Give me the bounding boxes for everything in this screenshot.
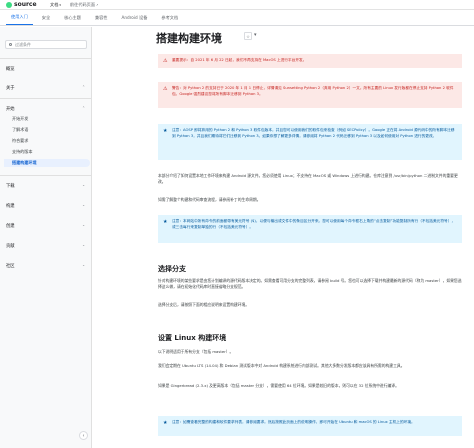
chevron-down-icon[interactable]: ⌄ (82, 183, 85, 187)
sidebar-item-versions[interactable]: 支持的版本 (12, 149, 32, 155)
logo-text: source (14, 1, 37, 8)
star-icon: ★ (163, 128, 168, 134)
tab-security[interactable]: 安全 (37, 15, 55, 25)
dollar-sign-note: ★ 注意：本网站中所有命令的前面都带有美元符号 ($)，以便与输出或文件中的条目… (158, 215, 462, 243)
tab-compatibility[interactable]: 兼容性 (90, 15, 113, 25)
python2-warning: ⚠ 警告：对 Python 2 的支持已于 2020 年 1 月 1 日停止，详… (158, 82, 462, 108)
section-choose-branch: 选择分支 (158, 265, 186, 273)
sidebar-item-overview[interactable]: 概览 (6, 66, 15, 72)
star-icon: ☆ (246, 33, 250, 39)
intro-paragraph: 本部分介绍了如何设置本地工作环境来构建 Android 源文件。您必须使用 Li… (158, 173, 458, 185)
branch-paragraph: 针对构建环境的某些要求是由您计划编译的源代码版本决定的。如需查看可用分支的完整列… (158, 278, 462, 290)
top-nav-code[interactable]: 前往代码页面↗ (70, 2, 99, 8)
sidebar-item-start[interactable]: 开始 (6, 106, 15, 112)
divider (0, 58, 92, 59)
external-link-icon: ↗ (96, 2, 99, 7)
top-nav-docs-label: 文档 (50, 1, 59, 7)
filter-input[interactable]: 过滤条件 (5, 40, 87, 49)
deprecation-notice: ⚠ 重要提示：自 2021 年 6 月 22 日起，我们不再支持在 MacOS … (158, 54, 462, 68)
note-text: 注意：本网站中所有命令的前面都带有美元符号 ($)，以便与输出或文件中的条目区分… (172, 219, 456, 230)
sidebar-item-start-dev[interactable]: 开始开发 (12, 116, 28, 122)
linux-64bit: 如果是 Gingerbread (2.3.x) 及更高版本（包括 master … (158, 383, 399, 388)
sidebar-item-community[interactable]: 社区 (6, 263, 15, 269)
section-tabs: 使用入门 安全 核心主题 兼容性 Android 设备 参考文档 (0, 10, 474, 26)
chevron-down-icon[interactable]: ⌄ (82, 263, 85, 267)
warning-icon: ⚠ (163, 86, 168, 92)
main-content: 搭建构建环境 ☆ ▾ ⚠ 重要提示：自 2021 年 6 月 22 日起，我们不… (92, 27, 474, 448)
requirements-note: ★ 注意：如需查看完整的构建和软件要求列表，请参阅要求。然后按照此页面上的说明操… (158, 416, 462, 436)
tab-devices[interactable]: Android 设备 (117, 15, 153, 25)
sidebar-item-build[interactable]: 构建 (6, 203, 15, 209)
filter-placeholder: 过滤条件 (15, 41, 31, 47)
chevron-down-icon[interactable]: ⌄ (82, 243, 85, 247)
page-title: 搭建构建环境 (156, 32, 222, 45)
tab-reference[interactable]: 参考文档 (156, 15, 183, 25)
sidebar-item-about[interactable]: 关于 (6, 85, 15, 91)
linux-testing: 我们会定期在 Ubuntu LTS (14.04) 和 Debian 测试版本中… (158, 363, 405, 368)
sidebar-item-terms[interactable]: 了解术语 (12, 127, 28, 133)
top-nav-code-label: 前往代码页面 (69, 1, 96, 7)
android-logo-icon (6, 1, 12, 8)
sidebar: 过滤条件 概览 关于 ⌃ 开始 ⌃ 开始开发 了解术语 符合要求 支持的版本 搭… (0, 27, 92, 448)
sidebar-item-contribute[interactable]: 贡献 (6, 243, 15, 249)
note-text: 注意：AOSP 即将弃用的 Python 2 和 Python 3 软件包版本，… (172, 128, 455, 139)
note-text: 注意：如需查看完整的构建和软件要求列表，请参阅要求。然后按照此页面上的说明操作，… (172, 420, 415, 424)
warning-text: 警告：对 Python 2 的支持已于 2020 年 1 月 1 日停止，详情请… (172, 86, 454, 97)
filter-icon (9, 43, 12, 46)
chevron-down-icon[interactable]: ⌄ (82, 223, 85, 227)
chevron-down-icon: ▾ (59, 2, 61, 7)
warning-icon: ⚠ (163, 58, 168, 64)
python-note: ★ 注意：AOSP 即将弃用的 Python 2 和 Python 3 软件包版… (158, 124, 462, 160)
chevron-left-icon: ‹ (82, 432, 85, 439)
site-logo[interactable]: source (6, 1, 50, 8)
intro-link-paragraph: 如需了解整个构建和代码审查流程，请参阅补丁的生命周期。 (158, 197, 261, 202)
sidebar-item-download[interactable]: 下载 (6, 183, 15, 189)
collapse-sidebar-button[interactable]: ‹ (79, 431, 88, 440)
notice-text: 重要提示：自 2021 年 6 月 22 日起，我们不再支持在 MacOS 上进… (172, 58, 307, 62)
sidebar-item-requirements[interactable]: 符合要求 (12, 138, 28, 144)
sidebar-item-setup-env[interactable]: 搭建构建环境 (12, 160, 37, 166)
chevron-up-icon[interactable]: ⌃ (82, 106, 85, 110)
tab-getting-started[interactable]: 使用入门 (6, 14, 33, 25)
more-options-button[interactable]: ▾ (254, 32, 257, 38)
bookmark-button[interactable]: ☆ (244, 32, 252, 40)
tab-core-topics[interactable]: 核心主题 (59, 15, 86, 25)
star-icon: ★ (163, 219, 168, 225)
star-icon: ★ (163, 420, 168, 426)
divider (0, 175, 92, 176)
divider (0, 98, 92, 99)
top-bar: source 文档▾ 前往代码页面↗ (0, 0, 474, 10)
top-nav-docs[interactable]: 文档▾ (50, 2, 61, 8)
chevron-up-icon[interactable]: ⌃ (82, 85, 85, 89)
section-linux-env: 设置 Linux 构建环境 (158, 334, 227, 342)
linux-intro: 以下说明适用于所有分支（包括 master）。 (158, 349, 234, 354)
sidebar-item-create[interactable]: 创建 (6, 223, 15, 229)
branch-followup: 选择分支后，请按照下面的相应说明来设置构建环境。 (158, 302, 250, 307)
chevron-down-icon[interactable]: ⌄ (82, 203, 85, 207)
